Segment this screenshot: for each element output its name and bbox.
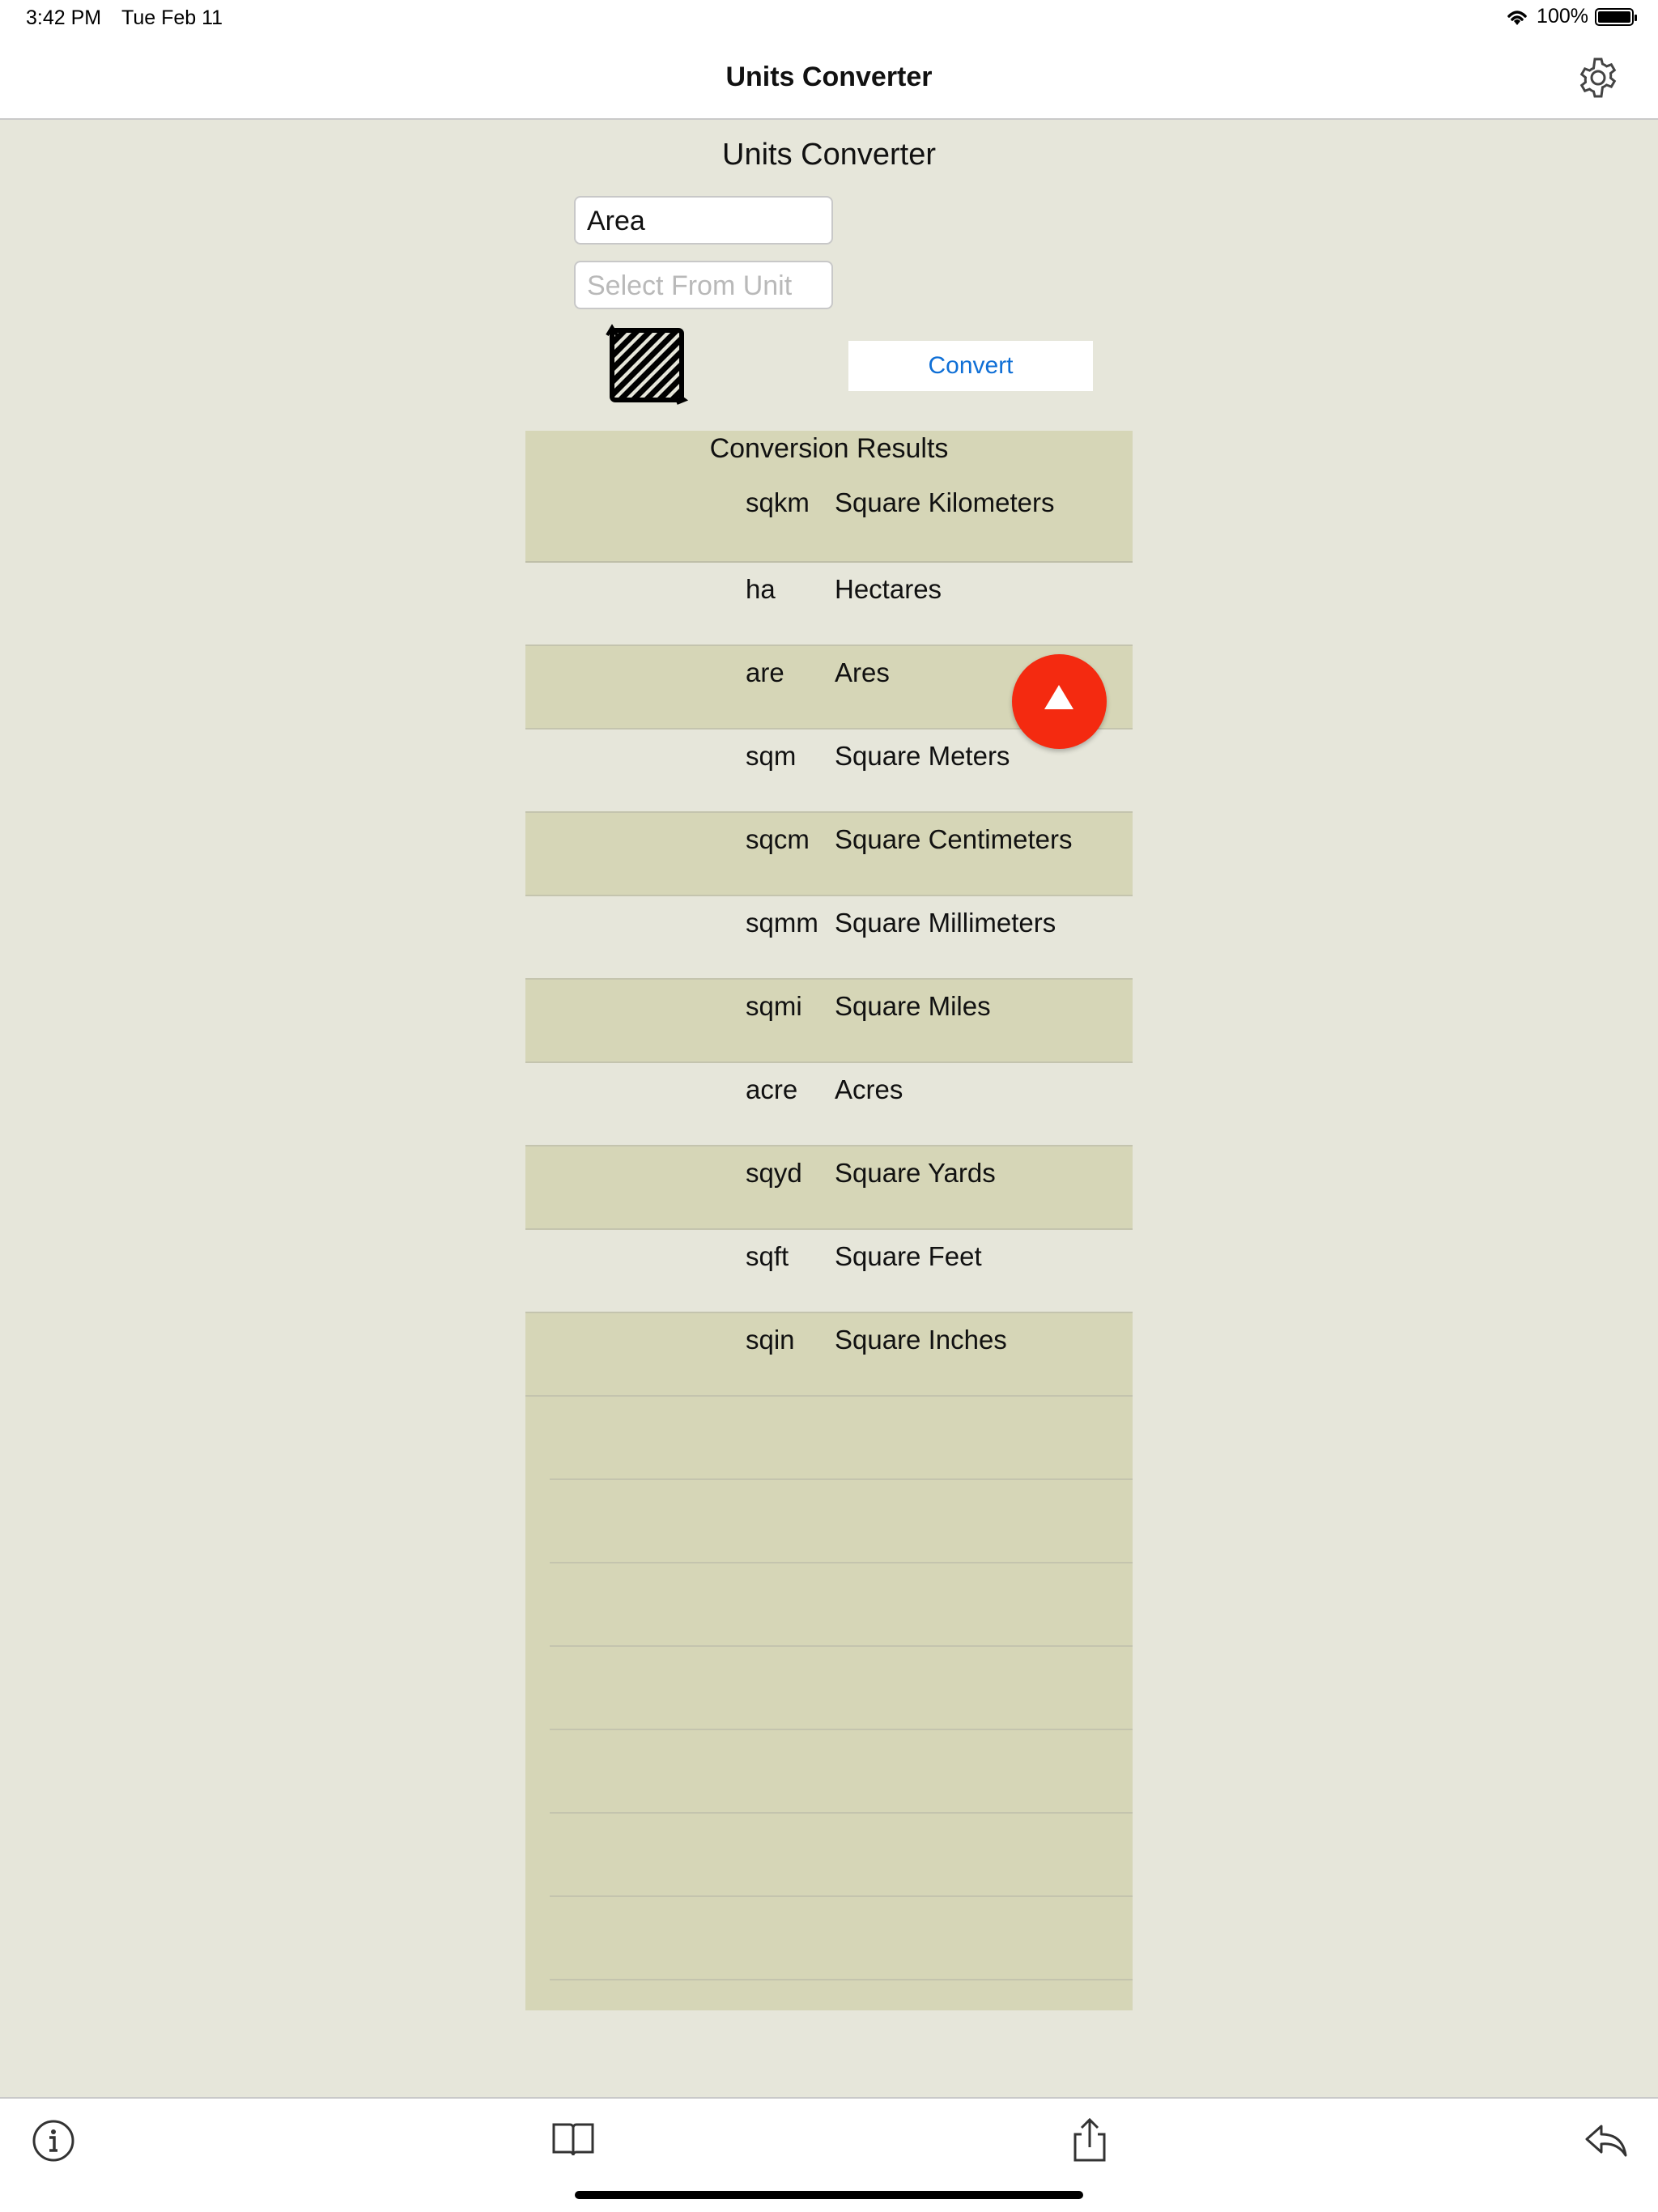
- book-button[interactable]: [549, 2116, 597, 2165]
- nav-title: Units Converter: [725, 62, 933, 92]
- unit-symbol: sqin: [746, 1325, 795, 1355]
- unit-name: Ares: [835, 657, 890, 687]
- unit-name: Square Yards: [835, 1158, 996, 1188]
- battery-percent: 100%: [1537, 5, 1588, 28]
- home-indicator: [575, 2191, 1083, 2199]
- reply-button[interactable]: [1582, 2116, 1630, 2165]
- book-icon: [552, 2123, 594, 2156]
- table-row[interactable]: sqft Square Feet: [525, 1230, 1133, 1313]
- unit-symbol: sqmi: [746, 991, 802, 1021]
- table-row[interactable]: sqmm Square Millimeters: [525, 896, 1133, 980]
- table-row[interactable]: sqyd Square Yards: [525, 1146, 1133, 1230]
- scroll-to-top-button[interactable]: [1012, 654, 1107, 749]
- unit-name: Square Miles: [835, 991, 991, 1021]
- unit-symbol: sqkm: [746, 487, 810, 517]
- from-unit-field[interactable]: Select From Unit: [574, 261, 833, 309]
- share-button[interactable]: [1065, 2116, 1114, 2165]
- unit-symbol: sqcm: [746, 824, 810, 854]
- arrow-up-icon: [1044, 685, 1073, 709]
- info-button[interactable]: [29, 2116, 78, 2165]
- unit-symbol: sqm: [746, 741, 797, 771]
- status-bar: 3:42 PM Tue Feb 11 100%: [0, 0, 1658, 39]
- wifi-icon: [1507, 10, 1527, 25]
- category-field[interactable]: Area: [574, 196, 833, 245]
- table-row[interactable]: ha Hectares: [525, 563, 1133, 646]
- settings-button[interactable]: [1575, 55, 1621, 100]
- table-row[interactable]: acre Acres: [525, 1063, 1133, 1146]
- convert-button[interactable]: Convert: [848, 341, 1093, 391]
- unit-name: Square Millimeters: [835, 908, 1056, 938]
- table-row[interactable]: sqcm Square Centimeters: [525, 813, 1133, 896]
- battery-icon: [1595, 7, 1637, 26]
- unit-symbol: ha: [746, 574, 776, 604]
- unit-symbol: acre: [746, 1074, 798, 1104]
- unit-name: Acres: [835, 1074, 903, 1104]
- empty-rows-area: [525, 1397, 1133, 2010]
- area-category-icon[interactable]: [604, 322, 690, 408]
- unit-symbol: are: [746, 657, 784, 687]
- unit-name: Square Feet: [835, 1241, 982, 1271]
- info-icon: [32, 2120, 74, 2162]
- results-title: Conversion Results: [709, 433, 949, 464]
- unit-name: Square Inches: [835, 1325, 1007, 1355]
- unit-symbol: sqmm: [746, 908, 818, 938]
- unit-symbol: sqyd: [746, 1158, 802, 1188]
- unit-name: Hectares: [835, 574, 942, 604]
- navigation-bar: Units Converter: [0, 39, 1658, 120]
- unit-symbol: sqft: [746, 1241, 789, 1271]
- unit-name: Square Centimeters: [835, 824, 1073, 854]
- status-indicators: 100%: [1504, 5, 1637, 28]
- table-row[interactable]: sqin Square Inches: [525, 1313, 1133, 1397]
- share-icon: [1073, 2117, 1106, 2162]
- page-title: Units Converter: [722, 138, 936, 172]
- reply-icon: [1585, 2125, 1627, 2157]
- unit-name: Square Meters: [835, 741, 1010, 771]
- hatched-square-icon: [606, 324, 689, 405]
- results-header-row: Conversion Results sqkm Square Kilometer…: [525, 431, 1133, 563]
- gear-icon: [1579, 57, 1617, 98]
- table-row[interactable]: sqmi Square Miles: [525, 980, 1133, 1063]
- unit-name: Square Kilometers: [835, 487, 1055, 517]
- status-date: Tue Feb 11: [121, 6, 223, 29]
- status-time: 3:42 PM: [26, 6, 102, 29]
